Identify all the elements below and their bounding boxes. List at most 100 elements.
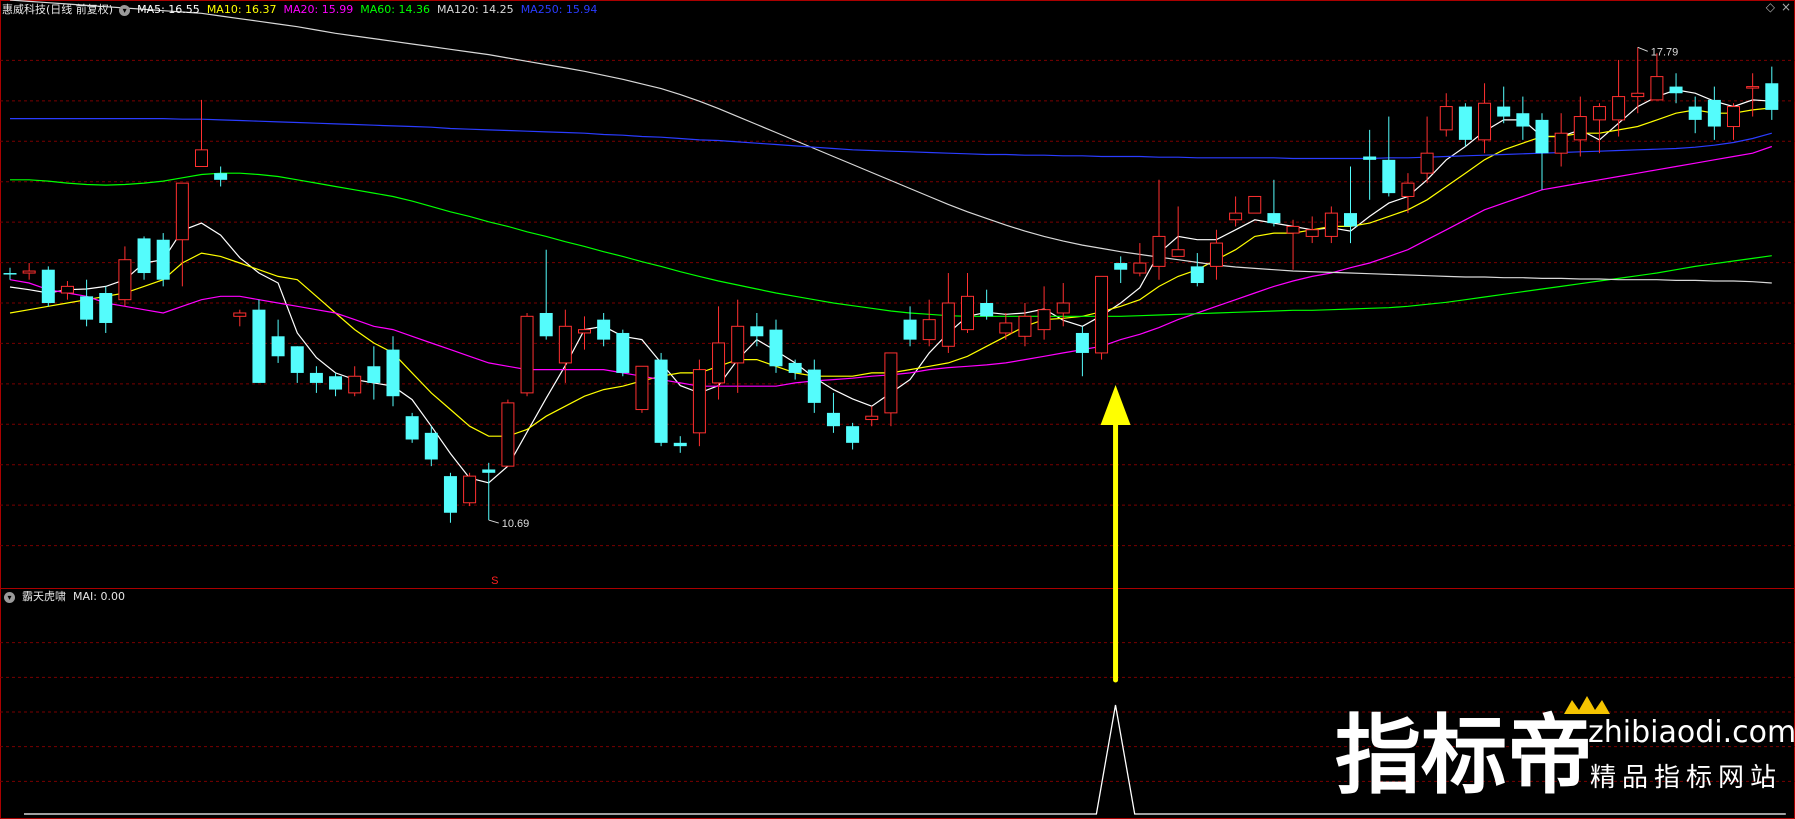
candle [961, 273, 974, 333]
candle [1592, 103, 1606, 154]
candle [807, 359, 821, 413]
candle-body [137, 238, 151, 274]
candle-body [1535, 119, 1549, 154]
candle [846, 422, 860, 450]
collapse-circle-icon[interactable]: ▾ [4, 591, 15, 603]
candle [348, 366, 362, 397]
candle-body [941, 302, 955, 347]
candle [941, 273, 955, 353]
candle-body [1305, 229, 1319, 237]
candle-body [1554, 132, 1568, 154]
candle-body [1458, 106, 1472, 140]
candle-body [865, 415, 879, 421]
candle-body [1765, 83, 1779, 110]
candle [597, 312, 611, 347]
candle-body [578, 329, 591, 334]
candle [137, 236, 151, 280]
candle [884, 352, 898, 427]
candle [156, 233, 170, 287]
candle [1363, 129, 1377, 200]
candle [750, 312, 764, 347]
candle [501, 399, 515, 467]
candle-body [405, 416, 419, 440]
candle-body [539, 312, 553, 337]
candle [195, 99, 208, 167]
indicator-value: MAI: 0.00 [73, 590, 125, 603]
candle-body [80, 296, 94, 320]
candle [769, 319, 783, 373]
candle-body [558, 325, 572, 364]
candle-body [903, 319, 917, 340]
candle [386, 336, 400, 407]
candle-body [290, 346, 304, 373]
candle [539, 249, 553, 340]
candle [1478, 83, 1492, 154]
candle [826, 392, 840, 433]
candle-body [1171, 249, 1185, 257]
candle-body [807, 369, 821, 403]
candle-body [482, 469, 496, 473]
candle-body [712, 342, 726, 384]
candlestick-series [3, 47, 1779, 523]
candle [175, 182, 189, 287]
collapse-circle-icon[interactable]: ▾ [119, 4, 131, 16]
candle [3, 267, 17, 280]
candle-body [424, 432, 438, 460]
candle [1554, 113, 1568, 167]
candle [578, 316, 591, 350]
low-price-label: 10.69 [502, 518, 530, 530]
ma-line-ma250 [10, 117, 1772, 160]
candle-body [597, 319, 611, 340]
close-icon[interactable]: × [1781, 0, 1791, 14]
candle [654, 352, 668, 447]
candle [1171, 206, 1185, 257]
candle-body [846, 426, 860, 443]
candle-body [750, 326, 764, 337]
candle [1133, 243, 1147, 277]
candle [1075, 326, 1089, 377]
candle-body [214, 173, 228, 180]
candle-body [1669, 86, 1683, 94]
candle-body [1497, 106, 1511, 117]
candle [118, 246, 132, 307]
candle [271, 319, 285, 363]
candle-body [1209, 242, 1223, 267]
diamond-icon[interactable]: ◇ [1766, 0, 1775, 14]
candle-body [1612, 96, 1626, 121]
indicator-header: ▾ 霸天虎啸 MAI: 0.00 [2, 588, 132, 606]
candle [788, 359, 802, 380]
candle-body [1478, 102, 1492, 141]
candle [60, 281, 74, 300]
candle-body [999, 322, 1013, 334]
candle [80, 279, 94, 327]
candle [1612, 59, 1626, 137]
candle-body [1267, 213, 1281, 224]
chart-svg: 17.79 10.69 S 指标帝zhibiaodi.com 精品指标网站 [0, 0, 1795, 819]
candle [1669, 73, 1683, 104]
candle-body [156, 239, 170, 280]
main-chart-header: 惠威科技(日线 前复权) ▾ MA5: 16.55 MA10: 16.37 MA… [2, 1, 604, 19]
candle [1267, 179, 1281, 227]
candle-body [961, 295, 974, 331]
candle-body [826, 412, 840, 427]
candle-body [233, 312, 247, 317]
candle-body [60, 285, 74, 294]
candle [520, 312, 534, 397]
ma5-label: MA5: 16.55 [137, 3, 200, 16]
candle [1305, 216, 1319, 244]
candle-body [1018, 315, 1032, 337]
candle-body [1746, 86, 1760, 89]
candle [367, 346, 381, 400]
candle-body [1707, 99, 1721, 127]
candle [405, 412, 419, 443]
candle [1707, 86, 1721, 140]
watermark-slogan: 精品指标网站 [1590, 763, 1782, 793]
candle-body [3, 273, 17, 275]
candle [252, 299, 266, 383]
window-controls: ◇ × [1760, 0, 1791, 14]
candle [1037, 286, 1051, 340]
candle [463, 472, 477, 507]
candle-body [195, 149, 208, 167]
candle [712, 306, 726, 400]
candle-body [1382, 159, 1396, 194]
